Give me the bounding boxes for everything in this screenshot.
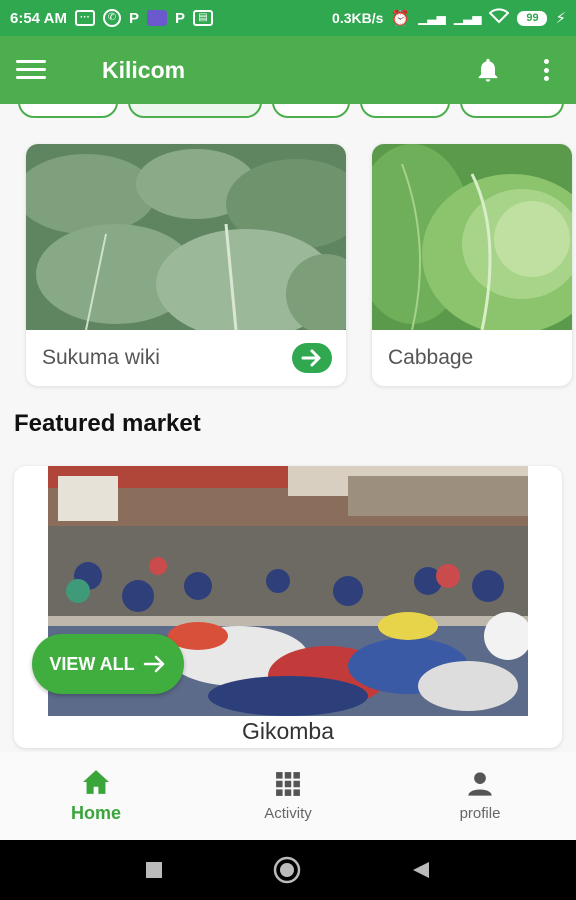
- person-icon: [468, 771, 492, 796]
- category-chip[interactable]: [272, 104, 350, 118]
- vegetable-name: Cabbage: [388, 346, 474, 369]
- app-bar: Kilicom: [0, 36, 576, 104]
- nav-activity-label: Activity: [264, 804, 312, 822]
- nav-profile-label: profile: [459, 804, 501, 822]
- nav-home-label: Home: [70, 802, 121, 823]
- nav-profile[interactable]: profile: [405, 771, 555, 822]
- category-chip[interactable]: [460, 104, 564, 118]
- open-vegetable-button[interactable]: [292, 343, 332, 373]
- hamburger-menu-icon[interactable]: [16, 60, 46, 80]
- back-icon[interactable]: [411, 860, 431, 880]
- status-time: 6:54 AM: [10, 9, 67, 27]
- signal-icon: ▁▃▅: [418, 11, 446, 25]
- whatsapp-icon: ✆: [102, 9, 121, 27]
- bottom-navigation: Home Activity profile: [0, 752, 576, 840]
- system-navigation-bar: [0, 840, 576, 900]
- status-right: 0.3KB/s ⏰ ▁▃▅ ▁▃▅ 99 ⚡: [332, 8, 566, 28]
- recents-icon[interactable]: [145, 861, 163, 879]
- vegetable-card[interactable]: Cabbage: [372, 144, 572, 386]
- network-speed: 0.3KB/s: [332, 10, 384, 26]
- app-icon: [146, 10, 167, 26]
- gallery-icon: ▤: [193, 10, 213, 26]
- view-all-label: VIEW ALL: [49, 653, 135, 674]
- main-content: Sukuma wiki Cabbage Featured market VIEW…: [0, 104, 576, 752]
- app-bar-actions: [474, 56, 550, 84]
- nav-activity[interactable]: Activity: [213, 771, 363, 822]
- p-app-icon: P: [128, 9, 139, 27]
- home-button-icon[interactable]: [273, 856, 301, 884]
- arrow-right-icon: [143, 655, 164, 673]
- signal-icon-2: ▁▃▅: [453, 11, 482, 25]
- vegetable-card-footer: Sukuma wiki: [26, 330, 346, 386]
- vegetable-name: Sukuma wiki: [42, 346, 160, 369]
- vegetable-list: Sukuma wiki Cabbage: [26, 144, 572, 386]
- category-chips: [18, 104, 564, 118]
- status-bar: 6:54 AM ··· ✆ P P ▤ 0.3KB/s ⏰ ▁▃▅ ▁▃▅ 99…: [0, 0, 576, 36]
- featured-market-card[interactable]: VIEW ALL Gikomba: [14, 466, 562, 748]
- more-vert-icon[interactable]: [542, 59, 550, 81]
- category-chip-selected[interactable]: [128, 104, 262, 118]
- charging-icon: ⚡: [555, 10, 566, 27]
- category-chip[interactable]: [18, 104, 118, 118]
- wifi-icon: [489, 8, 510, 28]
- app-title: Kilicom: [102, 56, 186, 83]
- alarm-icon: ⏰: [391, 10, 411, 27]
- bell-icon[interactable]: [474, 56, 502, 84]
- arrow-right-icon: [301, 349, 321, 367]
- market-name: Gikomba: [241, 718, 335, 744]
- status-left: 6:54 AM ··· ✆ P P ▤: [10, 9, 213, 27]
- sukuma-wiki-image: [26, 144, 346, 330]
- nav-home[interactable]: Home: [21, 769, 171, 824]
- cabbage-image: [372, 144, 572, 330]
- message-icon: ···: [74, 10, 95, 26]
- grid-icon: [276, 771, 300, 796]
- category-chip[interactable]: [360, 104, 450, 118]
- vegetable-card[interactable]: Sukuma wiki: [26, 144, 346, 386]
- home-icon: [83, 769, 109, 794]
- vegetable-card-footer: Cabbage: [372, 330, 572, 386]
- battery-indicator: 99: [517, 10, 548, 26]
- featured-market-title: Featured market: [14, 410, 201, 437]
- p-app-icon-2: P: [174, 9, 185, 27]
- view-all-button[interactable]: VIEW ALL: [32, 634, 184, 694]
